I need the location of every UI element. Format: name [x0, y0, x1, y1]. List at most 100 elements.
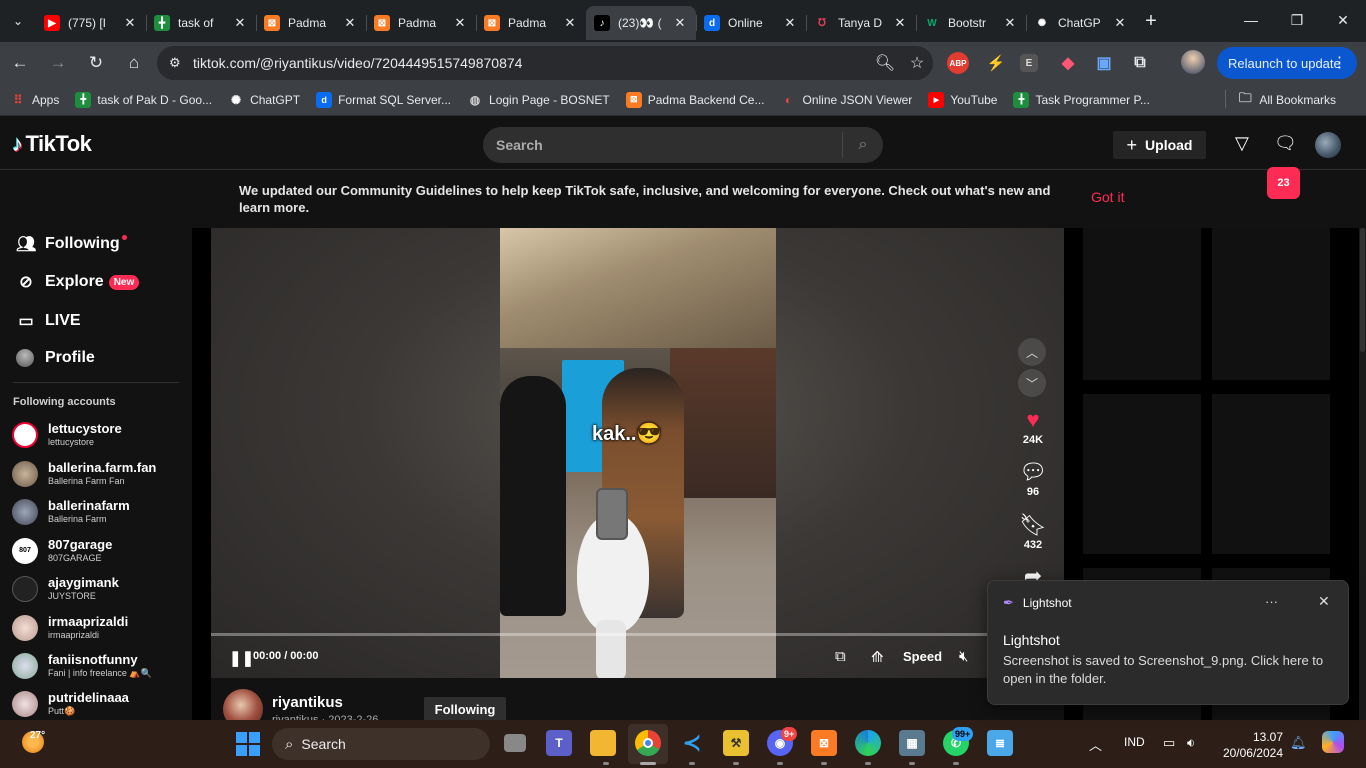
- close-tab-icon[interactable]: ✕: [232, 15, 248, 31]
- toast-more-button[interactable]: ···: [1265, 594, 1278, 609]
- extension-e-icon[interactable]: E: [1020, 54, 1038, 72]
- following-account[interactable]: ballerinafarm Ballerina Farm: [12, 498, 130, 525]
- language-indicator[interactable]: IND: [1124, 735, 1145, 749]
- save-button[interactable]: 🔖︎ 432: [1013, 513, 1053, 552]
- close-tab-icon[interactable]: ✕: [1112, 15, 1128, 31]
- toast-close-icon[interactable]: ✕: [1318, 593, 1330, 610]
- got-it-button[interactable]: Got it: [1091, 189, 1124, 205]
- xampp-icon[interactable]: ⊠: [811, 730, 837, 756]
- auto-scroll-icon[interactable]: ⟰: [871, 648, 884, 666]
- tray-overflow-chevron-icon[interactable]: ︿: [1089, 735, 1102, 754]
- browser-tab[interactable]: ℧ Tanya D ✕: [806, 6, 916, 40]
- minimize-icon[interactable]: —: [1228, 0, 1274, 40]
- bookmark-item[interactable]: ▶ YouTube: [928, 91, 997, 108]
- close-tab-icon[interactable]: ✕: [122, 15, 138, 31]
- app-manager-icon[interactable]: ▦: [899, 730, 925, 756]
- vscode-icon[interactable]: ≺: [679, 730, 705, 756]
- nav-following[interactable]: 👥︎ Following: [16, 234, 127, 254]
- banner-text[interactable]: We updated our Community Guidelines to h…: [239, 182, 1069, 216]
- related-video-tile[interactable]: [1083, 394, 1201, 554]
- miniplayer-icon[interactable]: ⧉: [835, 648, 846, 665]
- page-scrollbar[interactable]: [1359, 228, 1366, 720]
- sticky-app-icon[interactable]: ⚒: [723, 730, 749, 756]
- notification-bell-icon[interactable]: 🔔︎: [1290, 735, 1307, 751]
- system-clock[interactable]: 13.07 20/06/2024: [1221, 729, 1283, 761]
- notepad-icon[interactable]: ≣: [987, 730, 1013, 756]
- comment-button[interactable]: 💬︎ 96: [1013, 460, 1053, 499]
- related-video-tile[interactable]: [1212, 394, 1330, 554]
- close-tab-icon[interactable]: ✕: [782, 15, 798, 31]
- relaunch-to-update-button[interactable]: Relaunch to update ⋮: [1217, 47, 1357, 79]
- search-input[interactable]: Search: [483, 137, 842, 153]
- bookmark-item[interactable]: ⊠ Padma Backend Ce...: [625, 91, 764, 108]
- close-tab-icon[interactable]: ✕: [1002, 15, 1018, 31]
- teams-icon[interactable]: T: [546, 730, 572, 756]
- messages-icon[interactable]: 🗨︎: [1274, 133, 1297, 154]
- browser-tab[interactable]: ⊠ Padma ✕: [256, 6, 366, 40]
- following-account[interactable]: 807 807garage 807GARAGE: [12, 537, 112, 564]
- following-account[interactable]: irmaaprizaldi irmaaprizaldi: [12, 614, 128, 641]
- extension-pink-icon[interactable]: ◆: [1055, 50, 1081, 76]
- close-tab-icon[interactable]: ✕: [452, 15, 468, 31]
- new-tab-plus-icon[interactable]: +: [1136, 10, 1166, 33]
- all-bookmarks[interactable]: 🗀 All Bookmarks: [1225, 90, 1336, 108]
- browser-tab[interactable]: ✺ ChatGP ✕: [1026, 6, 1136, 40]
- url-text[interactable]: tiktok.com/@riyantikus/video/72044495157…: [193, 55, 869, 71]
- next-video-icon[interactable]: ﹀: [1018, 369, 1046, 397]
- network-icon[interactable]: ▭: [1163, 735, 1175, 751]
- browser-tab[interactable]: ⊠ Padma ✕: [366, 6, 476, 40]
- extension-doc-icon[interactable]: ▣: [1091, 50, 1117, 76]
- search-bar[interactable]: Search ⌕: [483, 127, 883, 163]
- user-avatar[interactable]: [1315, 132, 1341, 158]
- browser-tab[interactable]: W Bootstr ✕: [916, 6, 1026, 40]
- following-account[interactable]: ballerina.farm.fan Ballerina Farm Fan: [12, 460, 156, 487]
- tiktok-logo[interactable]: ♪ TikTok: [12, 131, 92, 157]
- address-bar[interactable]: ⚙ tiktok.com/@riyantikus/video/720444951…: [157, 46, 933, 80]
- site-info-icon[interactable]: ⚙: [169, 55, 189, 71]
- upload-button[interactable]: + Upload: [1113, 131, 1206, 159]
- restore-icon[interactable]: ❐: [1274, 0, 1320, 40]
- related-video-tile[interactable]: [1212, 228, 1330, 380]
- inbox-filter-icon[interactable]: ▽: [1235, 133, 1249, 154]
- following-account[interactable]: faniisnotfunny Fani | info freelance ⛺🔍: [12, 652, 152, 679]
- previous-video-icon[interactable]: ︿: [1018, 338, 1046, 366]
- close-tab-icon[interactable]: ✕: [672, 15, 688, 31]
- lightshot-notification[interactable]: ✒ Lightshot ··· ✕ Lightshot Screenshot is…: [987, 580, 1349, 705]
- home-icon[interactable]: ⌂: [116, 47, 152, 79]
- extension-network-icon[interactable]: ⚡: [983, 50, 1009, 76]
- browser-tab[interactable]: ▶ (775) [I ✕: [36, 6, 146, 40]
- back-arrow-icon[interactable]: ←: [2, 47, 38, 79]
- nav-live[interactable]: ▭ LIVE: [16, 311, 80, 331]
- forward-arrow-icon[interactable]: →: [40, 47, 76, 79]
- bookmark-apps[interactable]: ⠿ Apps: [10, 92, 60, 108]
- bookmark-item[interactable]: ✺ ChatGPT: [228, 92, 300, 108]
- close-tab-icon[interactable]: ✕: [892, 15, 908, 31]
- browser-tab-active[interactable]: ♪ (23)👀 (✕: [586, 6, 696, 40]
- bookmark-item[interactable]: ╋ task of Pak D - Goo...: [75, 91, 212, 108]
- task-view-icon[interactable]: [504, 734, 526, 752]
- toast-body[interactable]: Screenshot is saved to Screenshot_9.png.…: [1003, 652, 1333, 688]
- browser-tab[interactable]: ╋ task of ✕: [146, 6, 256, 40]
- following-account[interactable]: lettucystore lettucystore: [12, 421, 122, 448]
- chrome-icon[interactable]: [635, 730, 661, 756]
- bookmark-item[interactable]: d Format SQL Server...: [316, 91, 451, 108]
- browser-tab[interactable]: d Online ✕: [696, 6, 806, 40]
- bookmark-item[interactable]: ◍ Login Page - BOSNET: [467, 92, 610, 108]
- tab-search-chevron-icon[interactable]: ⌄: [0, 3, 36, 39]
- following-account[interactable]: ajaygimank JUYSTORE: [12, 575, 119, 602]
- volume-icon[interactable]: 🔉︎: [1187, 735, 1195, 751]
- taskbar-search[interactable]: ⌕ Search: [272, 728, 490, 760]
- author-name[interactable]: riyantikus: [272, 694, 343, 711]
- file-explorer-icon[interactable]: [590, 730, 616, 756]
- close-tab-icon[interactable]: ✕: [562, 15, 578, 31]
- browser-tab[interactable]: ⊠ Padma ✕: [476, 6, 586, 40]
- related-video-tile[interactable]: [1083, 228, 1201, 380]
- like-button[interactable]: ♥ 24K: [1013, 408, 1053, 447]
- edge-icon[interactable]: [855, 730, 881, 756]
- close-tab-icon[interactable]: ✕: [342, 15, 358, 31]
- extensions-puzzle-icon[interactable]: ⧉: [1127, 50, 1153, 76]
- close-window-icon[interactable]: ✕: [1320, 0, 1366, 40]
- bookmark-star-icon[interactable]: ☆: [901, 53, 933, 73]
- video-frame[interactable]: kak..😎: [500, 228, 776, 678]
- reload-icon[interactable]: ↻: [78, 47, 114, 79]
